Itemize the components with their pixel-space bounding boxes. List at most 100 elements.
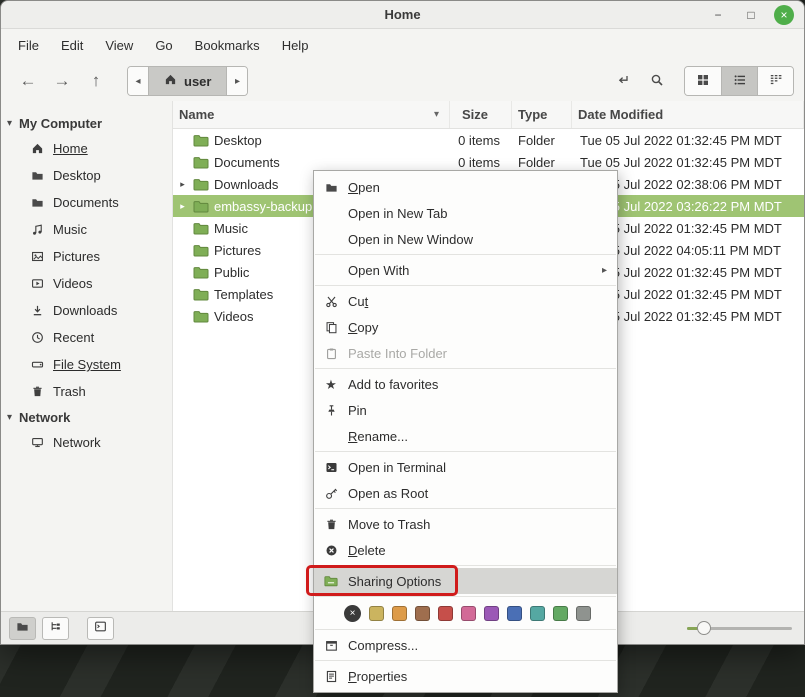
menu-separator [315, 254, 616, 255]
clear-color-button[interactable]: × [344, 605, 361, 622]
compact-view-button[interactable] [757, 67, 793, 95]
sidebar-item-network[interactable]: Network [1, 429, 172, 456]
trash-icon [323, 518, 339, 531]
color-swatch-8[interactable] [553, 606, 568, 621]
show-places-button[interactable] [9, 617, 36, 640]
terminal-icon [323, 461, 339, 474]
open-folder-icon [323, 181, 339, 194]
menu-bookmarks[interactable]: Bookmarks [184, 33, 271, 58]
menu-help[interactable]: Help [271, 33, 320, 58]
color-swatch-7[interactable] [530, 606, 545, 621]
zoom-slider-handle[interactable] [697, 621, 711, 635]
color-swatch-5[interactable] [484, 606, 499, 621]
share-folder-icon [323, 575, 339, 587]
column-header-name[interactable]: Name ▾ [173, 101, 450, 128]
window-title: Home [384, 7, 420, 22]
show-terminal-button[interactable] [87, 617, 114, 640]
folder-icon [193, 156, 209, 169]
menu-item-sharing-options[interactable]: Sharing Options [314, 568, 617, 594]
breadcrumb-user-button[interactable]: user [148, 67, 227, 95]
color-swatch-4[interactable] [461, 606, 476, 621]
file-size-cell: 0 items [450, 155, 512, 170]
sidebar-item-file-system[interactable]: File System [1, 351, 172, 378]
forward-button[interactable]: → [45, 66, 79, 96]
file-modified-cell: Tue 05 Jul 2022 01:32:45 PM MDT [572, 133, 804, 148]
terminal-panel-icon [94, 620, 107, 636]
menu-item-label: Sharing Options [348, 574, 607, 589]
sidebar-item-label: Pictures [53, 249, 100, 264]
maximize-button[interactable]: □ [741, 5, 761, 25]
minimize-button[interactable]: − [708, 5, 728, 25]
sidebar-item-pictures[interactable]: Pictures [1, 243, 172, 270]
menu-item-compress[interactable]: Compress... [314, 632, 617, 658]
sidebar-item-videos[interactable]: Videos [1, 270, 172, 297]
properties-icon [323, 670, 339, 683]
menu-item-copy[interactable]: Copy [314, 314, 617, 340]
color-swatch-3[interactable] [438, 606, 453, 621]
sidebar-section-label: Network [19, 410, 70, 425]
zoom-slider[interactable] [687, 618, 792, 638]
menu-item-rename[interactable]: Rename... [314, 423, 617, 449]
sidebar-item-label: Desktop [53, 168, 101, 183]
sidebar-section-network[interactable]: ▾Network [1, 405, 172, 429]
color-swatch-0[interactable] [369, 606, 384, 621]
sidebar-item-home[interactable]: Home [1, 135, 172, 162]
color-swatch-2[interactable] [415, 606, 430, 621]
toggle-location-entry-button[interactable] [606, 66, 640, 96]
column-label: Name [179, 107, 214, 122]
column-header-date-modified[interactable]: Date Modified [572, 101, 804, 128]
menu-view[interactable]: View [94, 33, 144, 58]
sidebar-item-music[interactable]: Music [1, 216, 172, 243]
menu-item-open-in-terminal[interactable]: Open in Terminal [314, 454, 617, 480]
sidebar-item-documents[interactable]: Documents [1, 189, 172, 216]
menu-edit[interactable]: Edit [50, 33, 94, 58]
breadcrumb-prev-button[interactable]: ◂ [128, 67, 148, 95]
breadcrumb-next-button[interactable]: ▸ [227, 67, 247, 95]
search-icon [650, 73, 664, 90]
menu-item-label: Compress... [348, 638, 607, 653]
menu-item-cut[interactable]: Cut [314, 288, 617, 314]
file-row-desktop[interactable]: Desktop0 itemsFolderTue 05 Jul 2022 01:3… [173, 129, 804, 151]
menu-item-label: Open With [348, 263, 593, 278]
folder-icon [193, 178, 209, 191]
icon-view-button[interactable] [685, 67, 721, 95]
list-view-button[interactable] [721, 67, 757, 95]
menu-item-open-as-root[interactable]: Open as Root [314, 480, 617, 506]
menu-item-label: Open [348, 180, 607, 195]
chevron-down-icon: ▾ [7, 118, 12, 129]
sidebar-item-trash[interactable]: Trash [1, 378, 172, 405]
sidebar-item-recent[interactable]: Recent [1, 324, 172, 351]
delete-icon [323, 544, 339, 557]
row-expander-icon[interactable]: ▸ [177, 201, 188, 212]
menu-separator [315, 660, 616, 661]
menu-item-open-in-new-tab[interactable]: Open in New Tab [314, 200, 617, 226]
column-header-type[interactable]: Type [512, 101, 572, 128]
menu-item-label: Delete [348, 543, 607, 558]
search-button[interactable] [640, 66, 674, 96]
menu-item-open-with[interactable]: Open With▸ [314, 257, 617, 283]
color-swatch-6[interactable] [507, 606, 522, 621]
menu-item-open-in-new-window[interactable]: Open in New Window [314, 226, 617, 252]
close-button[interactable]: × [774, 5, 794, 25]
menu-item-properties[interactable]: Properties [314, 663, 617, 689]
menu-item-pin[interactable]: Pin [314, 397, 617, 423]
paste-icon [323, 347, 339, 360]
menu-go[interactable]: Go [144, 33, 183, 58]
sidebar-section-my-computer[interactable]: ▾My Computer [1, 111, 172, 135]
back-button[interactable]: ← [11, 66, 45, 96]
home-icon [31, 142, 44, 155]
sidebar-item-desktop[interactable]: Desktop [1, 162, 172, 189]
row-expander-icon[interactable]: ▸ [177, 179, 188, 190]
color-swatch-9[interactable] [576, 606, 591, 621]
menu-item-delete[interactable]: Delete [314, 537, 617, 563]
menu-file[interactable]: File [7, 33, 50, 58]
menu-item-open[interactable]: Open [314, 174, 617, 200]
show-treeview-button[interactable] [42, 617, 69, 640]
video-icon [31, 277, 44, 290]
sidebar-item-downloads[interactable]: Downloads [1, 297, 172, 324]
menu-item-move-to-trash[interactable]: Move to Trash [314, 511, 617, 537]
column-header-size[interactable]: Size [450, 101, 512, 128]
menu-item-add-to-favorites[interactable]: ★Add to favorites [314, 371, 617, 397]
color-swatch-1[interactable] [392, 606, 407, 621]
up-button[interactable]: ↑ [79, 66, 113, 96]
